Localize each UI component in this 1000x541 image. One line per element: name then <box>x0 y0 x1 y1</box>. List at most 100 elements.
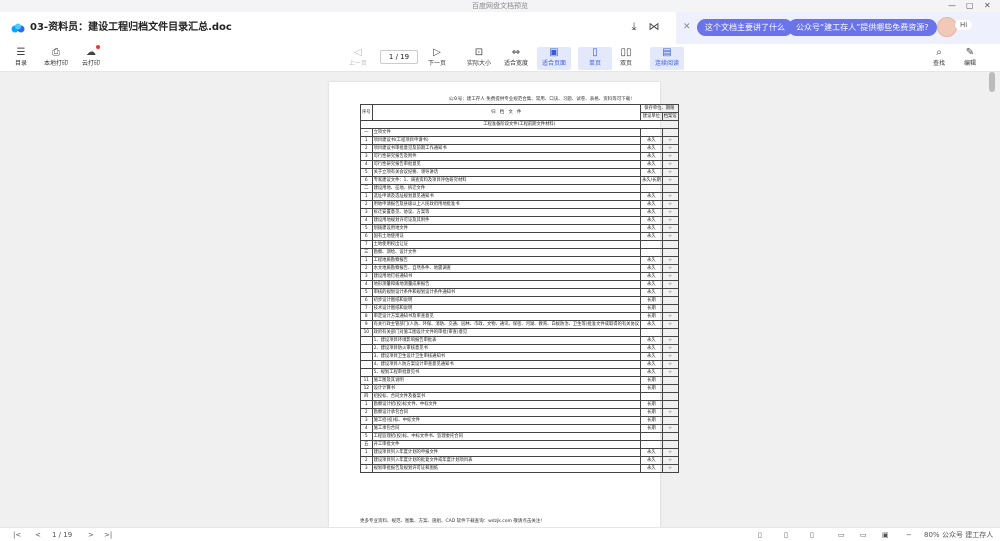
minimize-icon[interactable]: — <box>948 0 956 12</box>
next-page-button[interactable]: ▷ 下一页 <box>420 47 454 70</box>
row-title: 4、建设项目人防方案设计审查意见通知书 <box>371 360 642 369</box>
local-print-button[interactable]: ⎙ 本地打印 <box>39 47 73 70</box>
row-seq: 7 <box>360 304 373 313</box>
table-row: 3 拆迁安置意见、协议、方案等 永久 ☆ <box>360 208 679 217</box>
row-archive: ☆ <box>661 232 679 241</box>
double-page-icon: ▯▯ <box>620 47 632 58</box>
cloud-print-icon: ☁ <box>86 47 96 58</box>
row-archive <box>661 296 679 305</box>
row-archive: ☆ <box>661 216 679 225</box>
row-seq: 9 <box>360 320 373 329</box>
row-unit: 永久 <box>640 264 663 273</box>
row-archive <box>661 240 679 249</box>
table-row: 7 土地使用权出让证 <box>360 240 679 249</box>
row-title: 水文地质勘察报告、自然条件、地震调查 <box>371 264 642 273</box>
view-mode-icon-1[interactable]: ▯ <box>758 530 762 540</box>
last-page-icon[interactable]: >| <box>104 530 112 540</box>
row-title: 用地申请报告及县级以上人民政府用地批准书 <box>371 200 642 209</box>
row-title: 项目建议书(工程项目申请书) <box>371 136 642 145</box>
row-unit: 永久 <box>640 256 663 265</box>
table-row: 11 施工图及其说明 长期 <box>360 376 679 385</box>
vertical-scrollbar-thumb[interactable] <box>989 72 995 92</box>
window-title: 百度网盘文档预览 <box>472 2 528 10</box>
row-unit: 永久 <box>640 152 663 161</box>
row-archive <box>661 248 679 257</box>
row-seq <box>360 368 373 377</box>
row-unit: 永久 <box>640 368 663 377</box>
ai-hi-bubble[interactable]: Hi <box>955 20 973 30</box>
page-number-input[interactable]: 1 / 19 <box>380 50 418 64</box>
row-archive: ☆ <box>661 320 679 329</box>
view-mode-icon-6[interactable]: ▣ <box>882 530 889 540</box>
table-row: 9 有关行政主管部门(人防、环保、消防、交通、园林、市政、文物、通讯、保密、河湖、… <box>360 320 679 329</box>
double-page-button[interactable]: ▯▯ 双页 <box>609 47 643 70</box>
table-row: 五开工审批文件 <box>360 440 679 449</box>
catalog-icon: ☰ <box>16 47 26 58</box>
zoom-out-icon[interactable]: − <box>906 530 912 540</box>
table-row: 四招投标、合同文件及备案书 <box>360 392 679 401</box>
row-unit <box>640 128 663 137</box>
fit-page-button[interactable]: ▣ 适合页面 <box>537 47 571 70</box>
prev-page-small-icon[interactable]: < <box>35 530 41 540</box>
row-title: 审核的规划设计条件和规划设计条件通知书 <box>371 288 642 297</box>
row-seq <box>360 344 373 353</box>
row-seq: 3 <box>360 416 373 425</box>
table-row: 5 关于立项有关会议纪要、领导讲话 永久 ☆ <box>360 168 679 177</box>
ai-close-icon[interactable]: ✕ <box>683 22 691 32</box>
row-archive: ☆ <box>661 360 679 369</box>
next-page-icon: ▷ <box>433 47 441 58</box>
table-row: 5、规划工程审批意见书 永久 ☆ <box>360 368 679 377</box>
catalog-button[interactable]: ☰ 目录 <box>4 47 38 70</box>
row-archive: ☆ <box>661 288 679 297</box>
single-page-button[interactable]: ▯ 单页 <box>578 47 612 70</box>
row-unit: 永久 <box>640 168 663 177</box>
view-mode-icon-5[interactable]: ▭ <box>860 530 867 540</box>
row-unit: 永久 <box>640 216 663 225</box>
view-mode-icon-2[interactable]: ▯ <box>784 530 788 540</box>
edit-button[interactable]: ✎ 编辑 <box>953 47 987 70</box>
row-archive: ☆ <box>661 160 679 169</box>
table-row: 1 工程地质勘察报告 永久 ☆ <box>360 256 679 265</box>
table-row: 二建设用地、征地、拆迁文件 <box>360 184 679 193</box>
row-title: 拆迁安置意见、协议、方案等 <box>371 208 642 217</box>
ai-question-chip-1[interactable]: 这个文档主要讲了什么 <box>697 19 793 36</box>
row-title: 1、建设项目环境影响报告审批表 <box>371 336 642 345</box>
fit-width-button[interactable]: ⇔ 适合宽度 <box>499 47 533 70</box>
table-row: 4、建设项目人防方案设计审查意见通知书 永久 ☆ <box>360 360 679 369</box>
next-page-small-icon[interactable]: > <box>88 530 94 540</box>
row-seq: 3 <box>360 208 373 217</box>
find-button[interactable]: ⌕ 查找 <box>922 47 956 70</box>
cloud-print-button[interactable]: ☁ 云打印 <box>74 47 108 70</box>
row-unit: 长期 <box>640 312 663 321</box>
prev-page-button[interactable]: ◁ 上一页 <box>341 47 375 70</box>
row-seq: 1 <box>360 400 373 409</box>
row-title: 可行性研究报告及附件 <box>371 152 642 161</box>
row-seq: 8 <box>360 312 373 321</box>
header-unit: 建设单位 <box>640 112 663 121</box>
row-title: 项目建议书审批意见及前期工作通知书 <box>371 144 642 153</box>
archive-table: 序号 归 档 文 件 保存单位、期限 建设单位 档案馆 工程准备阶段文件(工程前… <box>360 104 679 473</box>
maximize-icon[interactable]: ▢ <box>966 0 974 12</box>
ai-avatar[interactable] <box>937 17 957 37</box>
row-seq: 5 <box>360 168 373 177</box>
share-icon[interactable]: ⋈ <box>647 20 661 34</box>
continuous-read-button[interactable]: ▤ 连续阅读 <box>650 47 684 70</box>
table-row: 4 施工承包合同 长期 ☆ <box>360 424 679 433</box>
ai-question-chip-2[interactable]: 公众号“建工存人”提供哪些免费资源? <box>788 19 937 36</box>
first-page-icon[interactable]: |< <box>13 530 21 540</box>
actual-size-icon: ⊡ <box>474 47 484 58</box>
close-window-icon[interactable]: ✕ <box>984 0 991 12</box>
row-archive: ☆ <box>661 344 679 353</box>
table-row: 3 施工招(投)标、中标文件 长期 <box>360 416 679 425</box>
row-seq: 3 <box>360 464 373 473</box>
toolbar: ☰ 目录 ⎙ 本地打印 ☁ 云打印 ◁ 上一页 ▷ 下一页 ⊡ 实际大小 ⇔ 适合宽度 ▣ 适合… <box>0 44 1000 72</box>
view-mode-icon-3[interactable]: ▯ <box>810 530 814 540</box>
download-icon[interactable]: ⤓ <box>627 20 641 34</box>
row-unit: 长期 <box>640 400 663 409</box>
view-mode-icon-4[interactable]: ▭ <box>838 530 845 540</box>
actual-size-button[interactable]: ⊡ 实际大小 <box>462 47 496 70</box>
continuous-read-icon: ▤ <box>662 47 672 58</box>
row-seq: 4 <box>360 216 373 225</box>
table-row: 2 勘察设计承包合同 长期 ☆ <box>360 408 679 417</box>
row-title: 规划审批报告及规划许可证和图纸 <box>371 464 642 473</box>
